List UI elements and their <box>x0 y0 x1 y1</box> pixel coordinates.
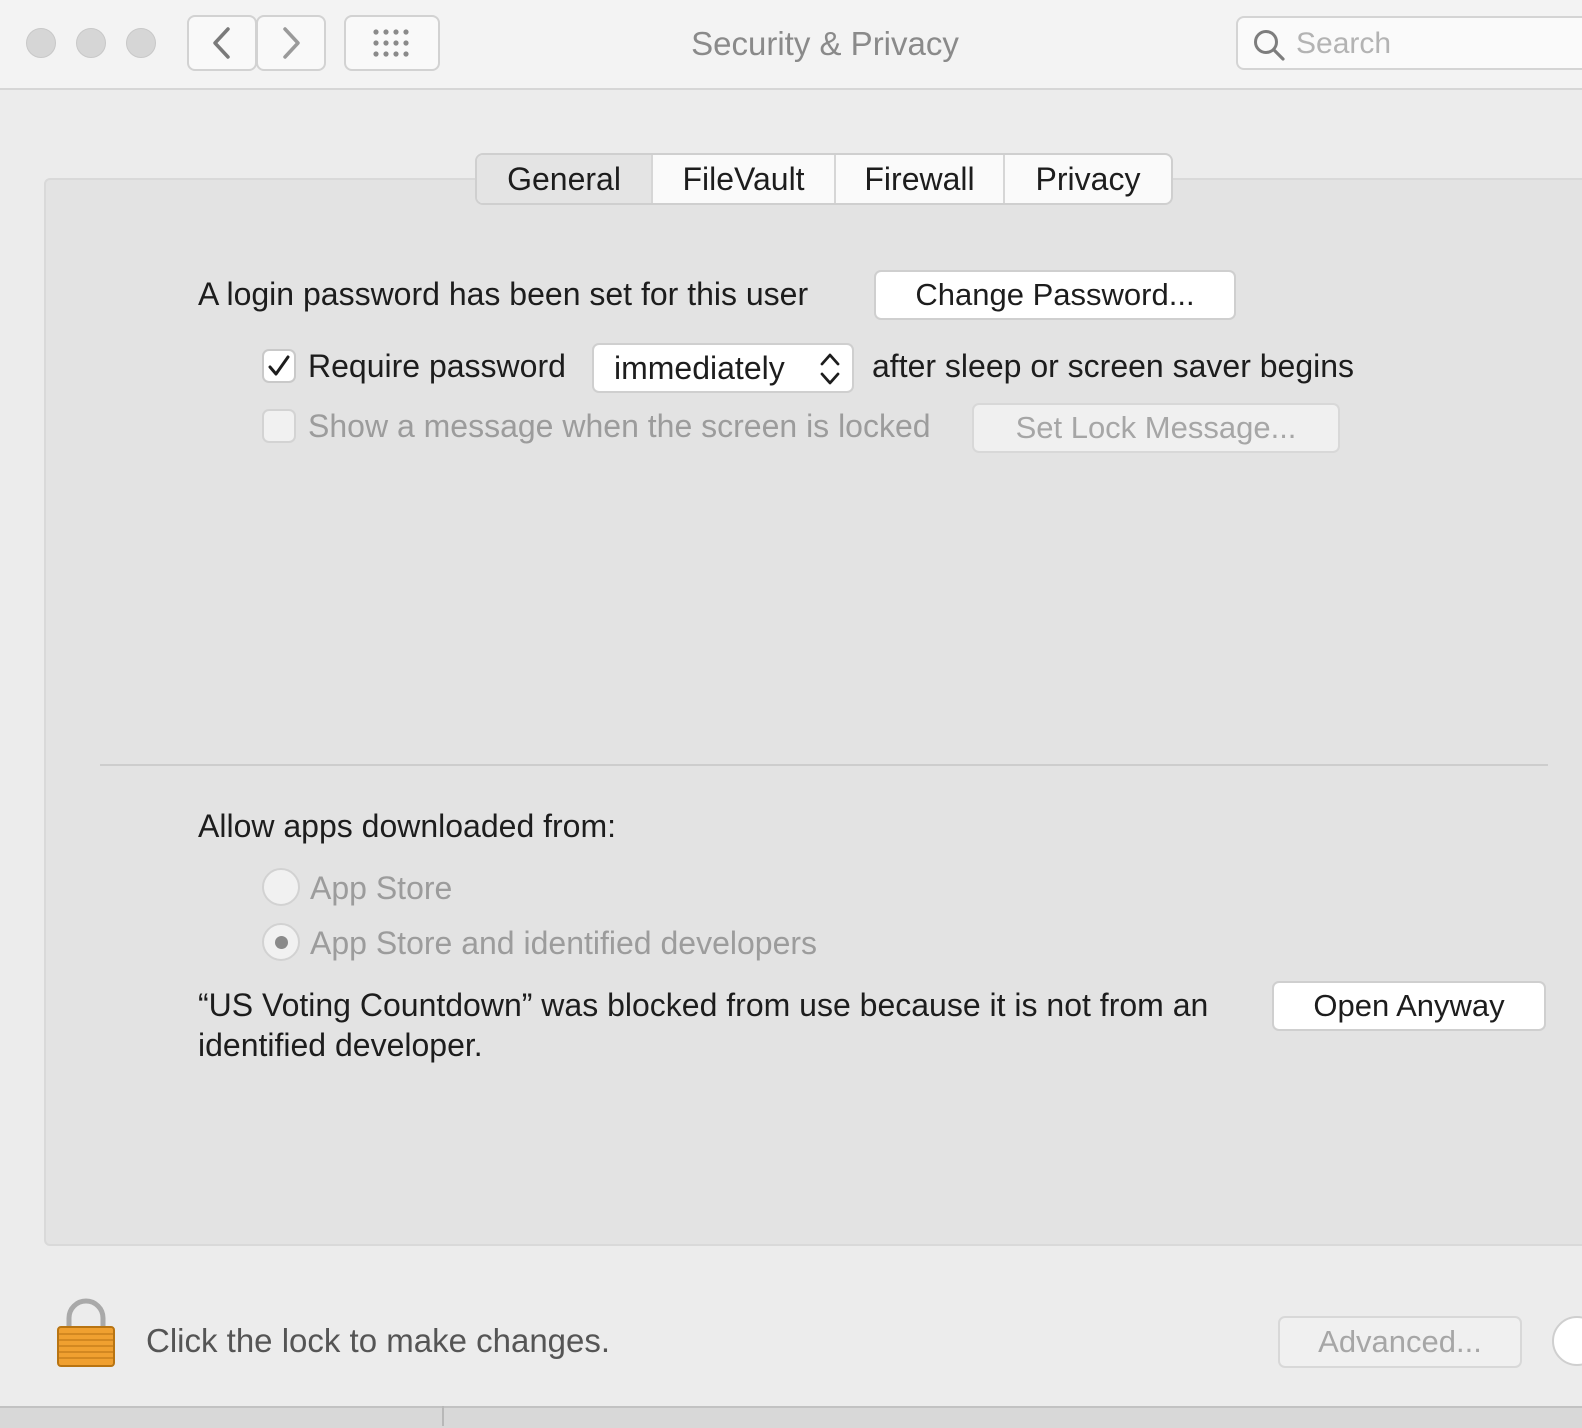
minimize-window-button[interactable] <box>76 28 106 58</box>
identified-developers-radio[interactable] <box>262 923 300 961</box>
close-window-button[interactable] <box>26 28 56 58</box>
open-anyway-button[interactable]: Open Anyway <box>1272 981 1546 1031</box>
window-bottom-edge <box>0 1406 1582 1428</box>
radio-selected-dot <box>274 935 288 949</box>
bottom-divider <box>442 1406 444 1426</box>
search-input[interactable] <box>1294 18 1582 70</box>
app-store-radio[interactable] <box>262 868 300 906</box>
zoom-window-button[interactable] <box>126 28 156 58</box>
tab-firewall[interactable]: Firewall <box>836 155 1005 203</box>
tab-privacy[interactable]: Privacy <box>1005 155 1171 203</box>
help-button[interactable] <box>1552 1316 1582 1366</box>
tab-content-panel <box>44 178 1582 1246</box>
search-field[interactable] <box>1236 16 1582 70</box>
require-password-checkbox[interactable] <box>262 349 296 383</box>
tab-general[interactable]: General <box>477 155 653 203</box>
change-password-button[interactable]: Change Password... <box>874 270 1236 320</box>
section-divider <box>100 764 1548 766</box>
tab-bar: General FileVault Firewall Privacy <box>475 153 1173 205</box>
grid-icon <box>373 29 409 57</box>
identified-developers-radio-label: App Store and identified developers <box>310 925 818 961</box>
show-lock-message-label: Show a message when the screen is locked <box>308 408 931 444</box>
lock-icon[interactable] <box>55 1298 117 1370</box>
show-lock-message-checkbox[interactable] <box>262 409 296 443</box>
show-all-button[interactable] <box>344 15 440 71</box>
forward-button[interactable] <box>256 15 326 71</box>
chevron-left-icon <box>213 27 230 59</box>
blocked-app-message: “US Voting Countdown” was blocked from u… <box>198 987 1209 1063</box>
back-button[interactable] <box>187 15 257 71</box>
up-down-arrows-icon <box>820 353 840 385</box>
app-store-radio-label: App Store <box>310 870 453 906</box>
password-delay-popup[interactable]: immediately <box>592 343 854 393</box>
password-delay-value: immediately <box>614 350 785 386</box>
allow-apps-heading: Allow apps downloaded from: <box>198 808 617 844</box>
require-password-suffix: after sleep or screen saver begins <box>872 348 1355 384</box>
set-lock-message-button[interactable]: Set Lock Message... <box>972 403 1340 453</box>
checkmark-icon <box>268 355 290 376</box>
require-password-label: Require password <box>308 348 566 384</box>
advanced-button[interactable]: Advanced... <box>1278 1316 1522 1368</box>
login-password-status-text: A login password has been set for this u… <box>198 276 809 312</box>
chevron-right-icon <box>283 27 300 59</box>
tab-filevault[interactable]: FileVault <box>653 155 836 203</box>
lock-instruction-text: Click the lock to make changes. <box>146 1322 611 1359</box>
search-icon <box>1254 30 1285 61</box>
